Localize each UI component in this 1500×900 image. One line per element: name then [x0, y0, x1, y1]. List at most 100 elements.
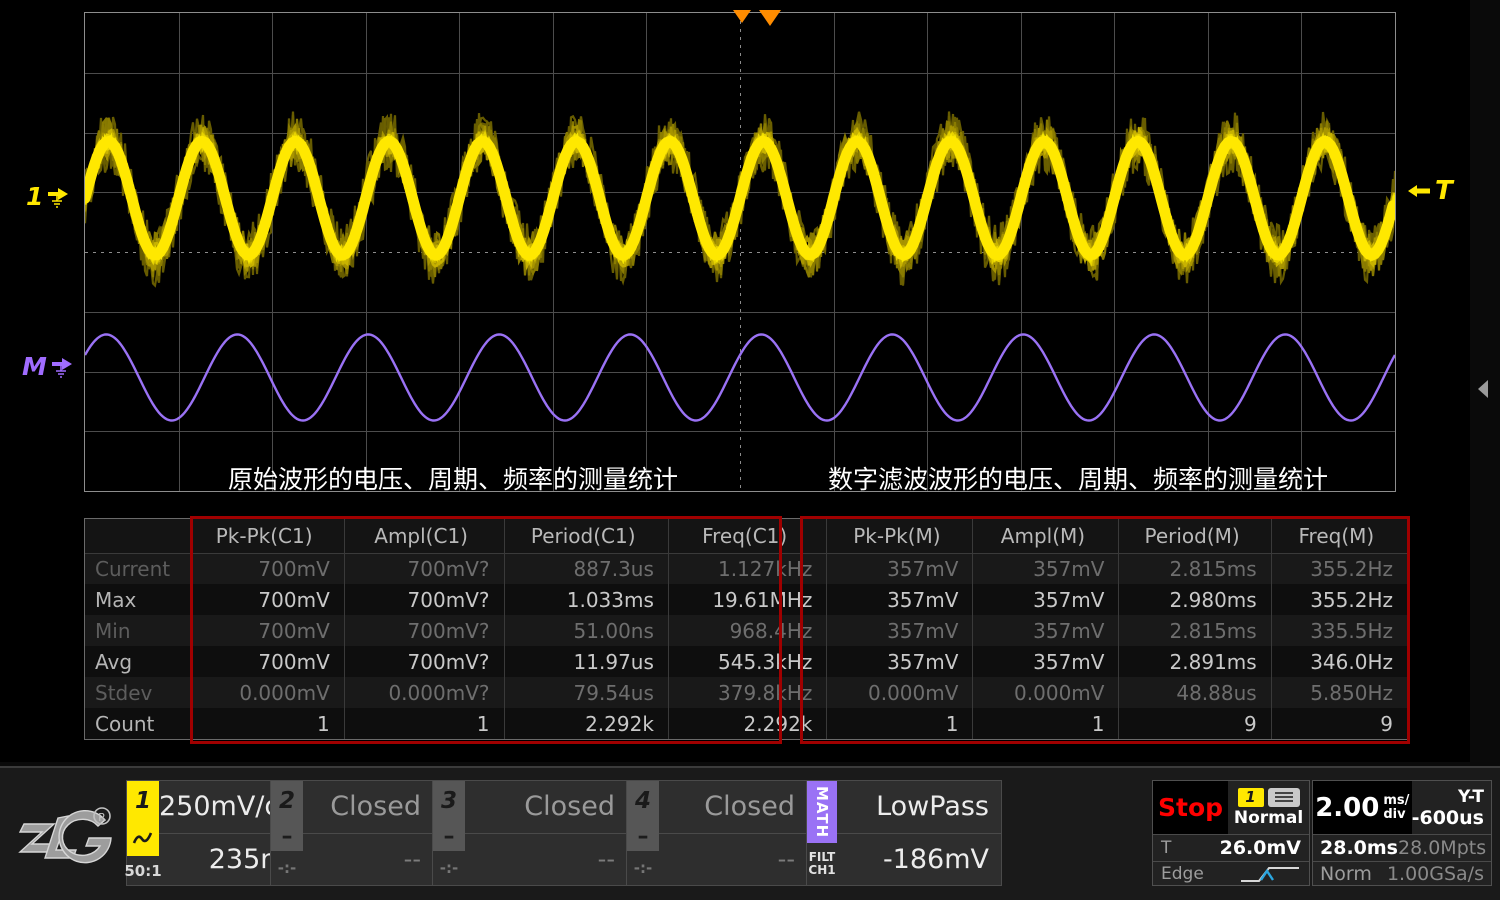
- trigger-top-row: Stop 1 Normal: [1153, 781, 1309, 835]
- timebase-top-row: 2.00 ms/ div Y-T -600us: [1313, 781, 1491, 835]
- table-cell: 968.4Hz: [668, 615, 828, 646]
- memory-depth: 28.0Mpts: [1398, 837, 1487, 859]
- channel1-ground-marker[interactable]: 1: [26, 182, 70, 211]
- table-cell: 11.97us: [504, 646, 669, 677]
- coupling-icon[interactable]: [1267, 787, 1300, 807]
- table-cell: 0.000mV?: [344, 677, 505, 708]
- table-row-label: Max: [85, 584, 191, 615]
- trigger-type-label[interactable]: Edge: [1153, 864, 1204, 884]
- trigger-position-marker-solid[interactable]: [759, 10, 781, 26]
- channel-probe-ratio-3[interactable]: -:-: [433, 851, 465, 885]
- table-cell: 2.292k: [668, 708, 828, 739]
- table-row: Current 700mV 700mV? 887.3us 1.127kHz 357mV 35…: [85, 553, 1409, 584]
- table-cell: 2.292k: [504, 708, 669, 739]
- channel-badge-column-2[interactable]: 2– -:-: [271, 781, 303, 885]
- channel-panel-2[interactable]: 2– -:- Closed --: [270, 780, 434, 886]
- math-values: LowPass -186mV: [837, 781, 1001, 885]
- waveform-grid[interactable]: [84, 12, 1396, 492]
- table-row-label: Min: [85, 615, 191, 646]
- table-column-header[interactable]: Ampl(C1): [344, 519, 505, 554]
- channel-number-badge-3[interactable]: 3: [433, 781, 465, 821]
- math-ground-marker[interactable]: M: [22, 352, 74, 381]
- channel-values-2: Closed --: [303, 781, 433, 885]
- channel-number-badge-1[interactable]: 1: [127, 781, 159, 821]
- table-cell: 1: [344, 708, 505, 739]
- table-column-header[interactable]: Period(M): [1118, 519, 1272, 554]
- table-column-header[interactable]: Pk-Pk(M): [826, 519, 974, 554]
- channel-values-4: Closed --: [659, 781, 807, 885]
- channel-badge-column-3[interactable]: 3– -:-: [433, 781, 465, 885]
- run-state-indicator[interactable]: Stop: [1153, 781, 1228, 834]
- channel-disabled-icon[interactable]: –: [433, 821, 465, 851]
- svg-text:R: R: [98, 811, 106, 824]
- waveform-display-area[interactable]: 1 M T 原始波形的电压、周期、频率的测量统计 数字滤波波形的电压、周期、频率…: [0, 0, 1488, 762]
- table-cell: 357mV: [972, 584, 1120, 615]
- trigger-level-marker[interactable]: T: [1406, 176, 1453, 206]
- table-cell: 700mV: [190, 615, 345, 646]
- trigger-delay[interactable]: -600us: [1412, 807, 1484, 829]
- display-mode[interactable]: Y-T: [1458, 787, 1484, 807]
- table-row-label: Count: [85, 708, 191, 739]
- table-cell: 0.000mV: [826, 677, 974, 708]
- table-cell: 700mV?: [344, 646, 505, 677]
- trigger-status-panel[interactable]: Stop 1 Normal T 26.0mV Edge: [1152, 780, 1310, 886]
- table-cell: 1.127kHz: [668, 553, 828, 584]
- table-cell: 48.88us: [1118, 677, 1272, 708]
- timebase-status-panel[interactable]: 2.00 ms/ div Y-T -600us 28.0ms 28.0Mpts …: [1312, 780, 1492, 886]
- channel-probe-ratio-1[interactable]: 50:1: [124, 856, 161, 885]
- channel-badge-column-4[interactable]: 4– -:-: [627, 781, 659, 885]
- table-cell: 51.00ns: [504, 615, 669, 646]
- trigger-sweep-mode[interactable]: Normal: [1234, 808, 1303, 828]
- table-cell: 700mV?: [344, 553, 505, 584]
- channel-badge-column-1[interactable]: 1 50:1: [124, 781, 162, 885]
- acquisition-row: Norm 1.00GSa/s: [1313, 862, 1491, 886]
- measurement-statistics-table[interactable]: Pk-Pk(C1) Ampl(C1) Period(C1) Freq(C1) Pk-Pk…: [84, 518, 1409, 740]
- channel1-trace: [85, 135, 1395, 261]
- channel-disabled-icon[interactable]: –: [271, 821, 303, 851]
- channel-number-badge-4[interactable]: 4: [627, 781, 659, 821]
- channel-values-3: Closed --: [465, 781, 627, 885]
- waveform-traces: [85, 111, 1395, 422]
- marker-math-label: M: [22, 352, 47, 381]
- annotation-left: 原始波形的电压、周期、频率的测量统计: [228, 465, 679, 494]
- timebase-scale[interactable]: 2.00 ms/ div: [1313, 781, 1412, 834]
- ground-arrow-icon: [48, 187, 69, 208]
- oscilloscope-screen: 1 M T 原始波形的电压、周期、频率的测量统计 数字滤波波形的电压、周期、频率…: [0, 0, 1500, 900]
- table-cell: 2.980ms: [1118, 584, 1272, 615]
- table-column-header[interactable]: Freq(M): [1271, 519, 1409, 554]
- table-cell: 357mV: [826, 646, 974, 677]
- scroll-left-indicator-icon[interactable]: [1478, 380, 1488, 398]
- table-row-label: Current: [85, 553, 191, 584]
- trigger-source-badge[interactable]: 1: [1237, 787, 1264, 807]
- timebase-mode-block: Y-T -600us: [1412, 781, 1491, 834]
- table-cell: 79.54us: [504, 677, 669, 708]
- channel-disabled-icon[interactable]: –: [627, 821, 659, 851]
- left-arrow-icon: [1408, 185, 1430, 197]
- acquisition-mode[interactable]: Norm: [1313, 863, 1372, 885]
- table-column-header[interactable]: Pk-Pk(C1): [190, 519, 345, 554]
- table-cell: 1: [826, 708, 974, 739]
- table-cell: 545.3kHz: [668, 646, 828, 677]
- trigger-level-value[interactable]: 26.0mV: [1220, 837, 1309, 859]
- table-cell: 9: [1118, 708, 1272, 739]
- table-column-header[interactable]: Period(C1): [504, 519, 669, 554]
- channel-panel-3[interactable]: 3– -:- Closed --: [432, 780, 628, 886]
- channel-number-badge-2[interactable]: 2: [271, 781, 303, 821]
- table-cell: 1: [190, 708, 345, 739]
- channel-panel-1[interactable]: 1 50:1 250mV/div 235mV: [124, 780, 318, 886]
- table-cell: 346.0Hz: [1271, 646, 1409, 677]
- table-column-header[interactable]: Freq(C1): [668, 519, 828, 554]
- math-badge-column[interactable]: MATH FILT CH1: [807, 781, 837, 885]
- channel-probe-ratio-2[interactable]: -:-: [271, 851, 303, 885]
- channel-scale-2: Closed: [303, 781, 433, 834]
- math-value-bottom: -186mV: [882, 843, 989, 875]
- trigger-type-row: Edge: [1153, 862, 1309, 886]
- trigger-source-block: 1 Normal: [1228, 781, 1309, 834]
- channel-offset-3: --: [597, 845, 615, 874]
- trigger-position-marker-hollow[interactable]: [733, 10, 751, 23]
- table-column-header[interactable]: Ampl(M): [972, 519, 1120, 554]
- channel-coupling-wave-icon[interactable]: [127, 821, 159, 856]
- channel-panel-4[interactable]: 4– -:- Closed --: [626, 780, 808, 886]
- math-channel-panel[interactable]: MATH FILT CH1 LowPass -186mV: [806, 780, 1002, 886]
- channel-probe-ratio-4[interactable]: -:-: [627, 851, 659, 885]
